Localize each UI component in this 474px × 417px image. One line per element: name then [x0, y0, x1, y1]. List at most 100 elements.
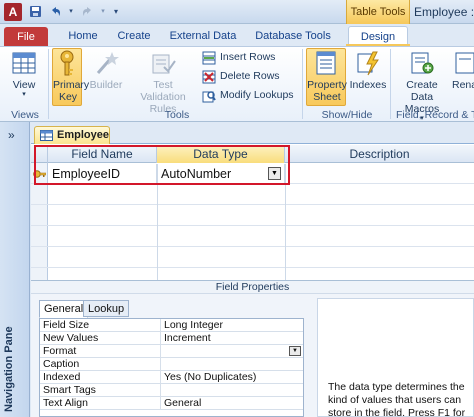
data-type-dropdown-icon[interactable]: ▼: [268, 167, 281, 180]
property-sheet-button[interactable]: Property Sheet: [306, 48, 347, 106]
document-tab-label: Employee: [57, 129, 109, 141]
indexes-button[interactable]: Indexes: [348, 49, 388, 91]
property-row[interactable]: Indexed Yes (No Duplicates): [40, 371, 303, 384]
primary-key-icon: [60, 50, 74, 76]
data-type-cell[interactable]: AutoNumber ▼: [157, 164, 285, 184]
table-row[interactable]: [31, 227, 474, 247]
property-value[interactable]: [160, 358, 303, 370]
property-row[interactable]: Text Align General: [40, 397, 303, 410]
column-header-description: Description: [349, 147, 410, 161]
property-row[interactable]: Caption: [40, 358, 303, 371]
primary-key-row-icon[interactable]: [33, 168, 46, 180]
primary-key-button[interactable]: Primary Key: [52, 48, 90, 106]
navigation-pane[interactable]: » Navigation Pane: [0, 122, 30, 417]
view-button-label: View: [12, 79, 36, 91]
field-properties-pane: General Lookup Field Size Long Integer N…: [31, 294, 474, 417]
property-row[interactable]: Smart Tags: [40, 384, 303, 397]
property-row[interactable]: Format ▼: [40, 345, 303, 358]
delete-rows-label: Delete Rows: [220, 70, 280, 82]
property-value[interactable]: Increment: [160, 332, 303, 344]
field-properties-help-panel: The data type determines the kind of val…: [317, 298, 474, 417]
document-tab-bar: Employee: [31, 122, 474, 144]
property-row[interactable]: New Values Increment: [40, 332, 303, 345]
views-group-label: Views: [11, 109, 39, 121]
tools-group-label: Tools: [164, 109, 190, 121]
property-value[interactable]: [160, 345, 303, 357]
property-name: Field Size: [43, 319, 90, 331]
description-cell[interactable]: [285, 164, 474, 184]
access-app-icon[interactable]: A: [4, 3, 22, 21]
property-value[interactable]: Long Integer: [160, 319, 303, 331]
expand-nav-pane-icon[interactable]: »: [8, 128, 15, 142]
table-tools-context-header: Table Tools: [346, 0, 410, 24]
test-validation-rules-button[interactable]: Test Validation Rules: [128, 49, 198, 115]
property-name: Caption: [43, 358, 80, 370]
view-button[interactable]: View ▾: [6, 49, 42, 98]
customize-qat-icon[interactable]: ▾: [112, 5, 120, 19]
property-row[interactable]: Field Size Long Integer: [40, 319, 303, 332]
datasheet-view-icon: [12, 52, 36, 74]
corner-selector[interactable]: [31, 145, 48, 163]
table-row[interactable]: [31, 185, 474, 205]
field-properties-header: Field Properties: [31, 280, 474, 294]
column-divider: [157, 164, 158, 280]
ribbon-tabs: File Home Create External Data Database …: [0, 24, 474, 47]
builder-wand-icon: [96, 52, 119, 74]
validation-rules-icon: [152, 54, 176, 74]
tab-general[interactable]: General: [39, 300, 89, 318]
separator: [48, 49, 49, 119]
field-name-cell[interactable]: EmployeeID: [48, 164, 157, 184]
format-dropdown-icon[interactable]: ▼: [289, 346, 301, 356]
design-grid-header: Field Name Data Type Description: [31, 145, 474, 163]
data-type-help-text: The data type determines the kind of val…: [328, 381, 466, 417]
tab-home[interactable]: Home: [60, 26, 106, 46]
navigation-pane-label: Navigation Pane: [3, 326, 15, 412]
rename-macro-label: Rena: [452, 79, 474, 91]
tab-create[interactable]: Create: [112, 26, 156, 46]
save-icon[interactable]: [28, 5, 42, 19]
undo-icon[interactable]: [48, 5, 62, 19]
property-name: New Values: [43, 332, 99, 344]
delete-rows-icon: [202, 70, 216, 83]
data-macros-icon: [411, 52, 434, 74]
property-sheet-icon: [316, 51, 336, 75]
insert-rows-button[interactable]: Insert Rows: [202, 49, 275, 66]
tab-database-tools[interactable]: Database Tools: [246, 26, 340, 46]
property-name: Text Align: [43, 397, 88, 409]
builder-button[interactable]: Builder: [88, 49, 124, 91]
design-grid: Field Name Data Type Description Employe…: [31, 145, 474, 280]
tab-file[interactable]: File: [4, 27, 48, 47]
separator: [390, 49, 391, 119]
rename-macro-button[interactable]: Rena: [452, 49, 474, 91]
field-properties-table: Field Size Long Integer New Values Incre…: [39, 318, 304, 417]
data-type-value: AutoNumber: [161, 167, 232, 181]
table-row[interactable]: [31, 248, 474, 268]
column-header-data-type: Data Type: [157, 145, 285, 163]
delete-rows-button[interactable]: Delete Rows: [202, 68, 280, 85]
table-design-document: Employee Field Name Data Type Descriptio…: [31, 122, 474, 417]
indexes-lightning-icon: [357, 51, 379, 76]
property-sheet-label: Property Sheet: [307, 79, 347, 103]
table-row[interactable]: [31, 206, 474, 226]
quick-access-toolbar: ▾ ▾ ▾: [28, 4, 120, 20]
modify-lookups-label: Modify Lookups: [220, 89, 294, 101]
undo-dropdown-icon[interactable]: ▾: [68, 5, 74, 19]
table-row: EmployeeID AutoNumber ▼: [31, 164, 474, 184]
tab-lookup[interactable]: Lookup: [83, 300, 130, 317]
redo-icon[interactable]: [80, 5, 94, 19]
property-value[interactable]: Yes (No Duplicates): [160, 371, 303, 383]
modify-lookups-button[interactable]: Modify Lookups: [202, 87, 294, 104]
show-hide-group-label: Show/Hide: [321, 109, 373, 121]
property-value[interactable]: [160, 384, 303, 396]
view-dropdown-icon: ▾: [22, 91, 26, 98]
field-record-group-label: Field, Record & Ta: [396, 109, 474, 121]
table-icon: [40, 130, 53, 141]
document-tab-employee[interactable]: Employee: [34, 126, 110, 144]
property-value[interactable]: General: [160, 397, 303, 409]
window-title: Employee :: [414, 5, 474, 19]
primary-key-label: Primary Key: [53, 79, 90, 103]
property-name: Format: [43, 345, 77, 357]
insert-rows-icon: [202, 51, 216, 64]
redo-dropdown-icon[interactable]: ▾: [100, 5, 106, 19]
tab-external-data[interactable]: External Data: [164, 26, 242, 46]
